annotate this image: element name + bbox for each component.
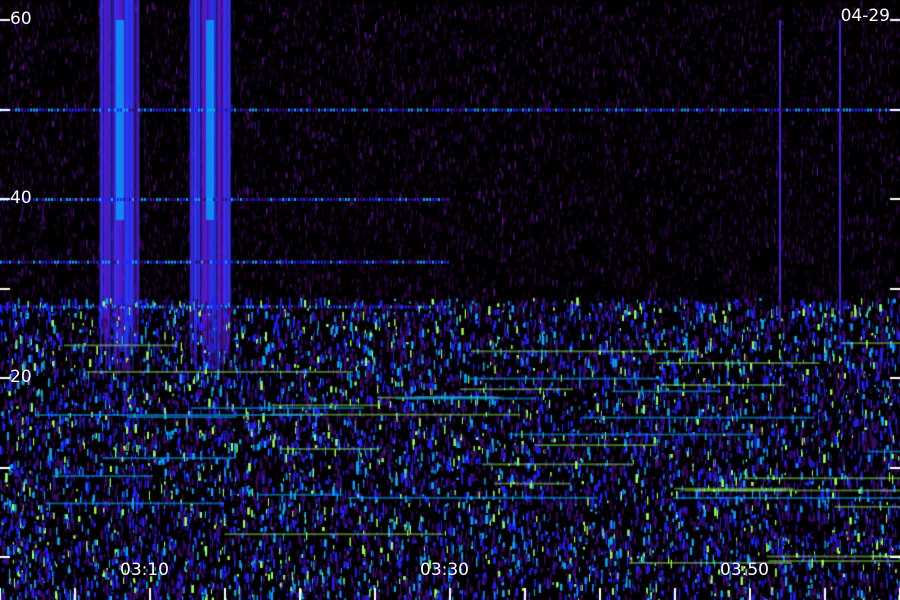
date-label: 04-29: [840, 6, 890, 26]
spectrogram-plot: [0, 0, 900, 600]
